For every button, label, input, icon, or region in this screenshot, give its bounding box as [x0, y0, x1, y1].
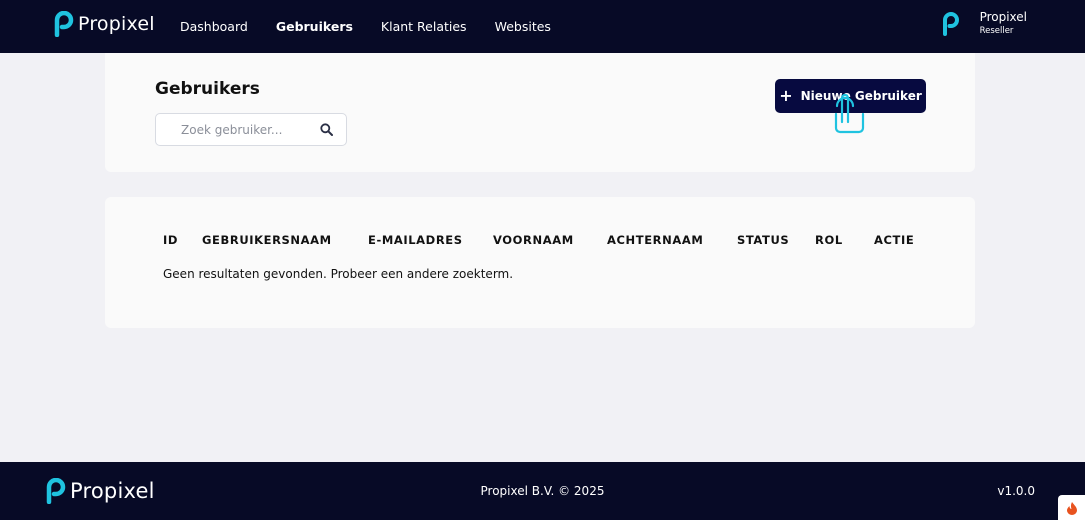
main-nav: Dashboard Gebruikers Klant Relaties Webs…	[180, 0, 579, 53]
nav-item-klant-relaties[interactable]: Klant Relaties	[381, 19, 467, 34]
footer: Propixel Propixel B.V. © 2025 v1.0.0	[0, 462, 1085, 520]
top-navigation-bar: Propixel Dashboard Gebruikers Klant Rela…	[0, 0, 1085, 53]
debug-toolbar-button[interactable]	[1058, 495, 1085, 520]
brand-name: Propixel	[78, 13, 155, 35]
user-name: Propixel	[979, 10, 1027, 24]
column-header-status[interactable]: STATUS	[737, 233, 789, 247]
column-header-voornaam[interactable]: VOORNAAM	[493, 233, 574, 247]
plus-icon: +	[779, 86, 793, 105]
new-user-button[interactable]: + Nieuwe Gebruiker	[775, 79, 926, 113]
search-box	[155, 113, 347, 146]
user-avatar-icon	[942, 11, 959, 36]
user-role: Reseller	[979, 26, 1014, 36]
nav-item-websites[interactable]: Websites	[495, 19, 551, 34]
users-table-card: ID GEBRUIKERSNAAM E-MAILADRES VOORNAAM A…	[105, 197, 975, 328]
propixel-logo-icon	[54, 11, 74, 37]
version-label: v1.0.0	[997, 484, 1035, 498]
new-user-button-label: Nieuwe Gebruiker	[800, 89, 922, 103]
search-icon[interactable]	[320, 123, 333, 136]
column-header-actie: ACTIE	[874, 233, 915, 247]
column-header-gebruikersnaam[interactable]: GEBRUIKERSNAAM	[202, 233, 332, 247]
brand-logo[interactable]: Propixel	[54, 11, 155, 37]
nav-item-gebruikers[interactable]: Gebruikers	[276, 19, 353, 34]
column-header-emailadres[interactable]: E-MAILADRES	[368, 233, 463, 247]
user-info: Propixel Reseller	[980, 10, 1027, 37]
column-header-rol[interactable]: ROL	[815, 233, 843, 247]
users-header-card: Gebruikers + Nieuwe Gebruiker	[105, 53, 975, 172]
page-title: Gebruikers	[155, 79, 260, 99]
empty-state-message: Geen resultaten gevonden. Probeer een an…	[163, 267, 514, 281]
search-input[interactable]	[156, 114, 316, 145]
nav-item-dashboard[interactable]: Dashboard	[180, 19, 248, 34]
column-header-id[interactable]: ID	[163, 233, 178, 247]
flame-icon	[1066, 501, 1077, 515]
column-header-achternaam[interactable]: ACHTERNAAM	[607, 233, 703, 247]
copyright-text: Propixel B.V. © 2025	[480, 484, 605, 498]
user-menu[interactable]: Propixel Reseller	[942, 10, 1027, 37]
